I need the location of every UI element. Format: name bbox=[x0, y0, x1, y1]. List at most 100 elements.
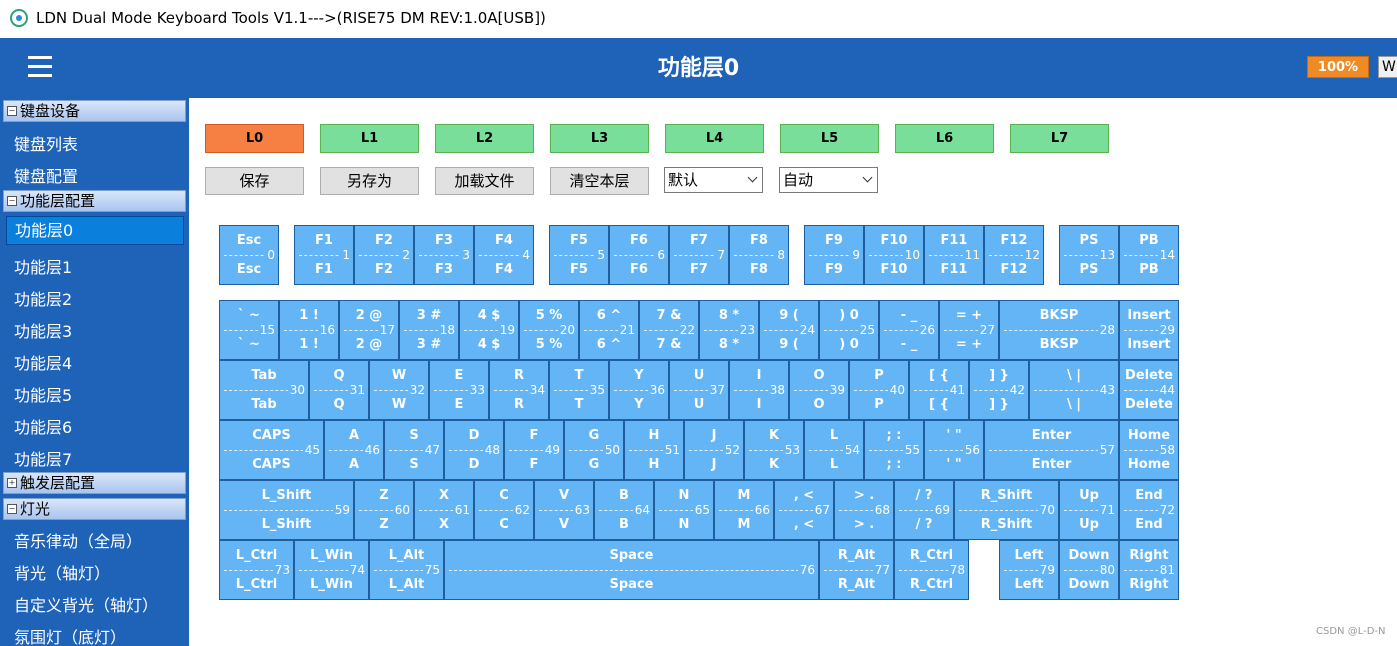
layer-button-l5[interactable]: L5 bbox=[780, 124, 879, 153]
key-61[interactable]: X 61 X bbox=[414, 480, 474, 540]
key-12[interactable]: F12 12 F12 bbox=[984, 225, 1044, 285]
key-10[interactable]: F10 10 F10 bbox=[864, 225, 924, 285]
layer-button-l1[interactable]: L1 bbox=[320, 124, 419, 153]
key-31[interactable]: Q 31 Q bbox=[309, 360, 369, 420]
key-76[interactable]: Space 76 Space bbox=[444, 540, 819, 600]
save-as-button[interactable]: 另存为 bbox=[320, 167, 419, 195]
key-21[interactable]: 6 ^ 21 6 ^ bbox=[579, 300, 639, 360]
key-66[interactable]: M 66 M bbox=[714, 480, 774, 540]
key-64[interactable]: B 64 B bbox=[594, 480, 654, 540]
key-19[interactable]: 4 $19 4 $ bbox=[459, 300, 519, 360]
key-55[interactable]: ; :55; : bbox=[864, 420, 924, 480]
key-16[interactable]: 1 ! 16 1 ! bbox=[279, 300, 339, 360]
sidebar-item-layer-2[interactable]: 功能层2 bbox=[14, 286, 72, 310]
key-41[interactable]: [ {41[ { bbox=[909, 360, 969, 420]
key-4[interactable]: F4 4 F4 bbox=[474, 225, 534, 285]
key-40[interactable]: P 40 P bbox=[849, 360, 909, 420]
key-49[interactable]: F 49 F bbox=[504, 420, 564, 480]
key-50[interactable]: G 50 G bbox=[564, 420, 624, 480]
layer-button-l0[interactable]: L0 bbox=[205, 124, 304, 153]
key-73[interactable]: L_Ctrl 73 L_Ctrl bbox=[219, 540, 294, 600]
sidebar-group-lighting[interactable]: − 灯光 bbox=[3, 498, 186, 520]
key-24[interactable]: 9 (24 9 ( bbox=[759, 300, 819, 360]
key-35[interactable]: T 35 T bbox=[549, 360, 609, 420]
sidebar-item-layer-0[interactable]: 功能层0 bbox=[6, 216, 184, 245]
key-46[interactable]: A 46 A bbox=[324, 420, 384, 480]
key-30[interactable]: Tab 30 Tab bbox=[219, 360, 309, 420]
key-63[interactable]: V 63 V bbox=[534, 480, 594, 540]
layer-button-l7[interactable]: L7 bbox=[1010, 124, 1109, 153]
key-2[interactable]: F2 2 F2 bbox=[354, 225, 414, 285]
key-18[interactable]: 3 #18 3 # bbox=[399, 300, 459, 360]
key-22[interactable]: 7 & 22 7 & bbox=[639, 300, 699, 360]
key-27[interactable]: = +27 = + bbox=[939, 300, 999, 360]
key-17[interactable]: 2 @17 2 @ bbox=[339, 300, 399, 360]
sidebar-item-layer-7[interactable]: 功能层7 bbox=[14, 446, 72, 470]
key-23[interactable]: 8 * 23 8 * bbox=[699, 300, 759, 360]
sidebar-group-keyboard-device[interactable]: − 键盘设备 bbox=[3, 100, 186, 122]
sidebar-item-music-rhythm[interactable]: 音乐律动（全局） bbox=[14, 528, 142, 552]
default-select[interactable]: 默认 bbox=[664, 167, 763, 193]
collapse-icon[interactable]: − bbox=[7, 106, 17, 116]
key-26[interactable]: - _ 26- _ bbox=[879, 300, 939, 360]
key-7[interactable]: F7 7 F7 bbox=[669, 225, 729, 285]
key-44[interactable]: Delete 44 Delete bbox=[1119, 360, 1179, 420]
sidebar-item-custom-backlight[interactable]: 自定义背光（轴灯） bbox=[14, 592, 158, 616]
key-33[interactable]: E 33 E bbox=[429, 360, 489, 420]
key-3[interactable]: F3 3 F3 bbox=[414, 225, 474, 285]
key-43[interactable]: \ | 43 \ | bbox=[1029, 360, 1119, 420]
sidebar-item-keyboard-config[interactable]: 键盘配置 bbox=[14, 163, 78, 187]
clear-layer-button[interactable]: 清空本层 bbox=[550, 167, 649, 195]
collapse-icon[interactable]: − bbox=[7, 196, 17, 206]
key-72[interactable]: End 72 End bbox=[1119, 480, 1179, 540]
key-20[interactable]: 5 % 20 5 % bbox=[519, 300, 579, 360]
layer-button-l2[interactable]: L2 bbox=[435, 124, 534, 153]
key-69[interactable]: / ? 69/ ? bbox=[894, 480, 954, 540]
key-28[interactable]: BKSP 28 BKSP bbox=[999, 300, 1119, 360]
key-42[interactable]: ] } 42] } bbox=[969, 360, 1029, 420]
key-38[interactable]: I 38 I bbox=[729, 360, 789, 420]
key-53[interactable]: K 53 K bbox=[744, 420, 804, 480]
key-54[interactable]: L 54 L bbox=[804, 420, 864, 480]
layer-button-l4[interactable]: L4 bbox=[665, 124, 764, 153]
load-file-button[interactable]: 加载文件 bbox=[435, 167, 534, 195]
key-60[interactable]: Z 60 Z bbox=[354, 480, 414, 540]
key-34[interactable]: R 34 R bbox=[489, 360, 549, 420]
key-6[interactable]: F6 6 F6 bbox=[609, 225, 669, 285]
key-79[interactable]: Left 79 Left bbox=[999, 540, 1059, 600]
key-68[interactable]: > . 68 > . bbox=[834, 480, 894, 540]
key-77[interactable]: R_Alt 77 R_Alt bbox=[819, 540, 894, 600]
layer-button-l6[interactable]: L6 bbox=[895, 124, 994, 153]
key-0[interactable]: Esc 0 Esc bbox=[219, 225, 279, 285]
key-29[interactable]: Insert 29 Insert bbox=[1119, 300, 1179, 360]
key-48[interactable]: D 48 D bbox=[444, 420, 504, 480]
key-81[interactable]: Right 81 Right bbox=[1119, 540, 1179, 600]
sidebar-item-layer-3[interactable]: 功能层3 bbox=[14, 318, 72, 342]
sidebar-item-backlight[interactable]: 背光（轴灯） bbox=[14, 560, 110, 584]
key-39[interactable]: O 39 O bbox=[789, 360, 849, 420]
key-37[interactable]: U 37 U bbox=[669, 360, 729, 420]
collapse-icon[interactable]: − bbox=[7, 504, 17, 514]
save-button[interactable]: 保存 bbox=[205, 167, 304, 195]
expand-icon[interactable]: + bbox=[7, 478, 17, 488]
sidebar-group-layer-config[interactable]: − 功能层配置 bbox=[3, 190, 186, 212]
zoom-badge[interactable]: 100% bbox=[1307, 56, 1369, 78]
key-65[interactable]: N 65 N bbox=[654, 480, 714, 540]
key-36[interactable]: Y 36 Y bbox=[609, 360, 669, 420]
sidebar-item-layer-4[interactable]: 功能层4 bbox=[14, 350, 72, 374]
layer-button-l3[interactable]: L3 bbox=[550, 124, 649, 153]
key-71[interactable]: Up 71 Up bbox=[1059, 480, 1119, 540]
key-51[interactable]: H 51 H bbox=[624, 420, 684, 480]
sidebar-item-layer-5[interactable]: 功能层5 bbox=[14, 382, 72, 406]
key-78[interactable]: R_Ctrl 78 R_Ctrl bbox=[894, 540, 969, 600]
w-button[interactable]: W bbox=[1378, 56, 1397, 78]
sidebar-item-ambient-light[interactable]: 氛围灯（底灯） bbox=[14, 624, 126, 646]
key-14[interactable]: PB 14 PB bbox=[1119, 225, 1179, 285]
sidebar-item-keyboard-list[interactable]: 键盘列表 bbox=[14, 131, 78, 155]
key-25[interactable]: ) 0 25) 0 bbox=[819, 300, 879, 360]
key-47[interactable]: S 47 S bbox=[384, 420, 444, 480]
key-57[interactable]: Enter 57 Enter bbox=[984, 420, 1119, 480]
key-45[interactable]: CAPS 45 CAPS bbox=[219, 420, 324, 480]
sidebar-group-trigger-layer[interactable]: + 触发层配置 bbox=[3, 472, 186, 494]
key-80[interactable]: Down 80 Down bbox=[1059, 540, 1119, 600]
